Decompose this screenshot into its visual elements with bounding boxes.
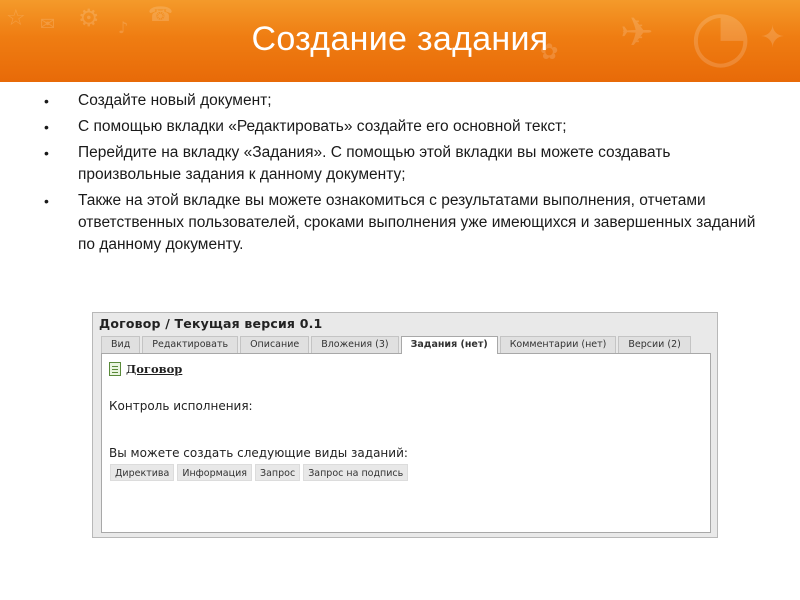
document-link[interactable]: Договор	[126, 362, 182, 376]
tab-description[interactable]: Описание	[240, 336, 310, 353]
tasks-panel: Договор Контроль исполнения: Вы можете с…	[101, 353, 711, 533]
bullet-icon: •	[44, 93, 49, 109]
slide-header: ☆ ✉ ⚙ ♪ ☎ ✈ ◔ ✦ ✿ Создание задания	[0, 0, 800, 82]
bullet-item: • Также на этой вкладке вы можете ознаком…	[40, 190, 760, 256]
bullet-item: • Перейдите на вкладку «Задания». С помощ…	[40, 142, 760, 186]
document-title: Договор / Текущая версия 0.1	[99, 316, 323, 331]
task-request-button[interactable]: Запрос	[254, 464, 301, 481]
tab-edit[interactable]: Редактировать	[142, 336, 239, 353]
bullet-icon: •	[44, 119, 49, 135]
bullet-text: Также на этой вкладке вы можете ознакоми…	[78, 192, 756, 253]
task-information-button[interactable]: Информация	[177, 464, 252, 481]
task-type-buttons: Директива Информация Запрос Запрос на по…	[110, 464, 411, 481]
tab-versions[interactable]: Версии (2)	[618, 336, 691, 353]
bullet-list: • Создайте новый документ; • С помощью вкл…	[40, 90, 760, 260]
tab-tasks[interactable]: Задания (нет)	[400, 336, 498, 354]
tab-view[interactable]: Вид	[101, 336, 141, 353]
slide-title: Создание задания	[251, 20, 549, 58]
bullet-text: Перейдите на вкладку «Задания». С помощь…	[78, 144, 671, 183]
bullet-icon: •	[44, 145, 49, 161]
bullet-text: С помощью вкладки «Редактировать» создай…	[78, 118, 567, 135]
bullet-icon: •	[44, 193, 49, 209]
task-directive-button[interactable]: Директива	[110, 464, 175, 481]
tab-bar: Вид Редактировать Описание Вложения (3) …	[101, 336, 693, 354]
document-link-row: Договор	[109, 362, 182, 376]
task-signature-request-button[interactable]: Запрос на подпись	[303, 464, 409, 481]
create-tasks-label: Вы можете создать следующие виды заданий…	[109, 446, 408, 460]
bullet-text: Создайте новый документ;	[78, 92, 272, 109]
tab-comments[interactable]: Комментарии (нет)	[499, 336, 617, 353]
bullet-item: • Создайте новый документ;	[40, 90, 760, 112]
tab-attachments[interactable]: Вложения (3)	[311, 336, 399, 353]
control-label: Контроль исполнения:	[109, 399, 253, 413]
document-icon	[109, 362, 121, 376]
embedded-screenshot: Договор / Текущая версия 0.1 Вид Редакти…	[92, 312, 718, 538]
bullet-item: • С помощью вкладки «Редактировать» созда…	[40, 116, 760, 138]
